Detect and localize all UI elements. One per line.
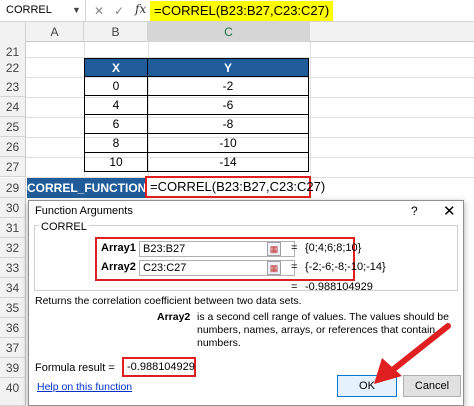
cell-x[interactable]: 6	[84, 114, 148, 134]
cell-y[interactable]: -2	[147, 76, 309, 96]
column-header-d[interactable]	[310, 22, 474, 42]
chevron-down-icon[interactable]: ▼	[72, 5, 81, 15]
column-header-c[interactable]: C	[148, 22, 310, 42]
formula-result-label: Formula result =	[35, 362, 115, 374]
cell-y[interactable]: -14	[147, 152, 309, 172]
row-header[interactable]: 26	[0, 137, 26, 157]
row-header[interactable]: 27	[0, 157, 26, 177]
table-row: 0 -2	[84, 76, 309, 96]
row-header[interactable]: 37	[0, 338, 26, 358]
column-header-x[interactable]: X	[84, 58, 148, 77]
row-header[interactable]: 25	[0, 117, 26, 137]
function-result-value: -0.988104929	[305, 281, 373, 293]
array1-result: {0;4;6;8;10}	[305, 242, 362, 254]
formula-result-value: -0.988104929	[122, 357, 196, 377]
formula-bar: CORREL ▼ ✕ ✓ fx =CORREL(B23:B27,C23:C27)	[0, 0, 474, 22]
cell-x[interactable]: 8	[84, 133, 148, 153]
dialog-title: Function Arguments	[35, 205, 133, 217]
row-header[interactable]: 32	[0, 238, 26, 258]
help-on-function-link[interactable]: Help on this function	[37, 381, 132, 393]
row-header[interactable]: 36	[0, 318, 26, 338]
table-header-row: X Y	[84, 58, 309, 77]
correl-function-label-cell[interactable]: CORREL_FUNCTION	[27, 178, 146, 198]
cell-y[interactable]: -8	[147, 114, 309, 134]
table-row: 8 -10	[84, 133, 309, 153]
pointer-arrow-icon	[374, 323, 451, 384]
array1-label: Array1	[101, 242, 136, 254]
equals-sign: =	[291, 242, 298, 254]
correl-formula-cell[interactable]: =CORREL(B23:B27,C23:C27)	[145, 176, 325, 198]
grid-line	[310, 42, 311, 182]
function-description: Returns the correlation coefficient betw…	[35, 295, 302, 307]
array2-result: {-2;-6;-8;-10;-14}	[305, 261, 386, 273]
cell-x[interactable]: 0	[84, 76, 148, 96]
argument-description-name: Array2	[157, 311, 191, 323]
row-header[interactable]: 22	[0, 58, 26, 78]
row-header[interactable]: 34	[0, 278, 26, 298]
row-header[interactable]: 23	[0, 77, 26, 97]
row-header[interactable]: 39	[0, 358, 26, 378]
close-icon[interactable]: ✕	[443, 202, 456, 220]
equals-sign: =	[291, 261, 298, 273]
range-select-icon[interactable]: ▦	[267, 261, 281, 275]
column-header-y[interactable]: Y	[147, 58, 309, 77]
table-row: 10 -14	[84, 152, 309, 172]
table-row: 6 -8	[84, 114, 309, 134]
cell-y[interactable]: -6	[147, 95, 309, 115]
equals-sign: =	[291, 281, 298, 293]
select-all-corner[interactable]	[0, 22, 26, 42]
cell-x[interactable]: 10	[84, 152, 148, 172]
column-header-b[interactable]: B	[84, 22, 148, 42]
table-row: 4 -6	[84, 95, 309, 115]
cell-y[interactable]: -10	[147, 133, 309, 153]
row-header[interactable]: 33	[0, 258, 26, 278]
row-header[interactable]: 35	[0, 298, 26, 318]
help-icon[interactable]: ?	[411, 204, 418, 218]
cell-x[interactable]: 4	[84, 95, 148, 115]
check-icon[interactable]: ✓	[112, 3, 126, 19]
range-select-icon[interactable]: ▦	[267, 242, 281, 256]
function-name: CORREL	[39, 221, 89, 233]
row-header[interactable]: 31	[0, 218, 26, 238]
row-header[interactable]: 29	[0, 178, 26, 198]
array2-label: Array2	[101, 261, 136, 273]
close-icon[interactable]: ✕	[92, 3, 106, 19]
row-header[interactable]: 30	[0, 198, 26, 218]
xy-data-table: X Y 0 -2 4 -6 6 -8 8 -10 10 -14	[84, 58, 309, 172]
row-header[interactable]: 40	[0, 378, 26, 406]
column-header-a[interactable]: A	[26, 22, 84, 42]
column-header-bar: A B C	[0, 22, 474, 42]
formula-input[interactable]: =CORREL(B23:B27,C23:C27)	[150, 1, 334, 21]
row-header[interactable]: 24	[0, 97, 26, 117]
fx-icon[interactable]: fx	[135, 2, 146, 16]
